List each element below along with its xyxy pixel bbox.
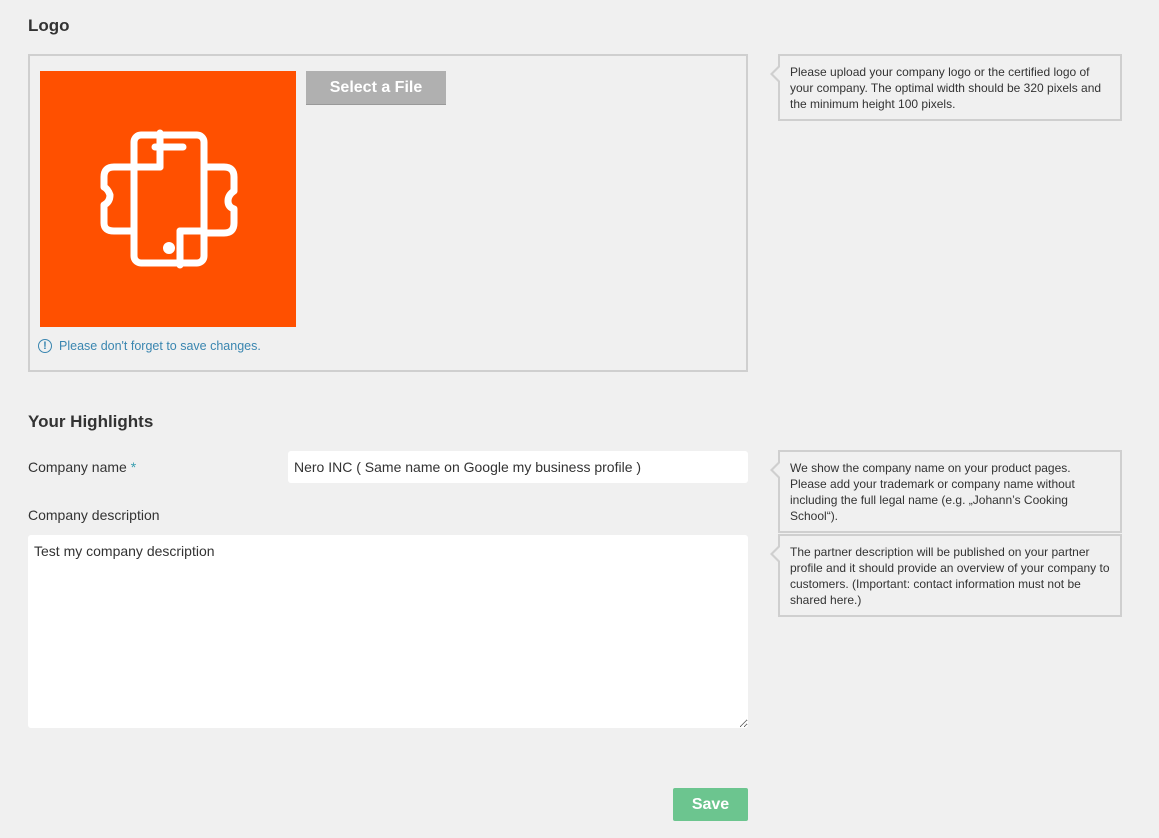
company-name-input[interactable]	[288, 451, 748, 483]
logo-heading: Logo	[28, 16, 70, 35]
company-description-label: Company description	[28, 507, 160, 523]
save-reminder-text: Please don't forget to save changes.	[59, 339, 261, 353]
company-description-hint: The partner description will be publishe…	[770, 534, 1122, 617]
company-name-label-text: Company name	[28, 459, 127, 475]
company-name-label: Company name *	[28, 459, 136, 475]
required-marker: *	[130, 459, 137, 475]
company-name-hint: We show the company name on your product…	[770, 450, 1122, 533]
logo-hint: Please upload your company logo or the c…	[770, 54, 1122, 121]
save-reminder: ! Please don't forget to save changes.	[38, 339, 261, 353]
select-file-button[interactable]: Select a File	[306, 71, 446, 105]
company-description-textarea[interactable]: Test my company description	[28, 535, 748, 728]
company-logo-image	[40, 71, 296, 327]
exclamation-icon: !	[38, 339, 52, 353]
rotate-device-icon	[100, 129, 238, 269]
highlights-heading: Your Highlights	[28, 412, 154, 431]
save-button[interactable]: Save	[673, 788, 748, 821]
logo-upload-panel: Select a File ! Please don't forget to s…	[28, 54, 748, 372]
